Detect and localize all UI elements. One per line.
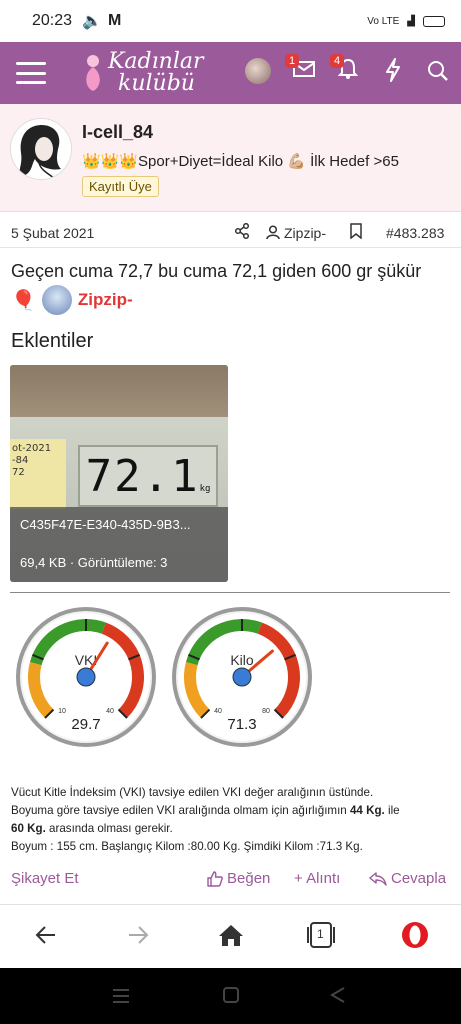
mention-link[interactable]: Zipzip-: [78, 290, 133, 310]
system-home-icon[interactable]: [222, 986, 240, 1009]
site-logo[interactable]: Kadınlar kulübü: [80, 51, 204, 95]
user-icon: [266, 225, 280, 240]
like-button[interactable]: Beğen: [207, 870, 270, 887]
vki-description: Vücut Kitle İndeksim (VKI) tavsiye edile…: [11, 784, 451, 856]
reply-button[interactable]: Cevapla: [369, 870, 446, 887]
battery-icon: [423, 15, 445, 27]
bookmark-button[interactable]: [350, 223, 362, 242]
arrow-right-icon: [129, 926, 149, 944]
menu-icon[interactable]: [16, 62, 46, 84]
gmail-icon: M: [107, 12, 122, 29]
volte-icon: Vo LTE: [367, 15, 400, 27]
reply-icon: [369, 871, 387, 886]
whats-new-button[interactable]: [385, 58, 401, 87]
alerts-badge: 4: [330, 54, 345, 68]
attachment-thumbnail[interactable]: ot-2021 -84 72 72.1kg C435F47E-E340-435D…: [10, 365, 228, 582]
post-author: Zipzip-: [284, 224, 327, 241]
vki-line-4: Boyum : 155 cm. Başlangıç Kilom :80.00 K…: [11, 840, 363, 853]
attachment-info: C435F47E-E340-435D-9B3... 69,4 KB · Görü…: [10, 507, 228, 582]
poster-username[interactable]: I-cell_84: [82, 122, 153, 143]
logo-mark-icon: [80, 53, 106, 93]
status-time: 20:23: [32, 12, 73, 29]
system-nav-bar: [0, 968, 461, 1024]
reply-label: Cevapla: [391, 870, 447, 887]
alerts-button[interactable]: 4: [330, 54, 359, 85]
rank-badge: Kayıtlı Üye: [82, 176, 159, 197]
weight-gauge: Kilo 40 80 71.3: [170, 605, 314, 754]
signature-divider: [10, 592, 450, 593]
gauge-hub: [232, 667, 252, 687]
sticky-note: ot-2021 -84 72: [10, 439, 66, 509]
post-date[interactable]: 5 Şubat 2021: [11, 225, 94, 241]
tabs-button[interactable]: 1: [306, 921, 336, 954]
poster-title: 👑👑👑Spor+Diyet=İdeal Kilo 💪🏼 İlk Hedef >6…: [82, 153, 399, 170]
gauge-label: Kilo: [230, 652, 254, 668]
logo-text-line1: Kadınlar: [108, 49, 204, 74]
vki-gauge: VKI 10 40 29.7: [14, 605, 158, 754]
arrow-left-icon: [35, 926, 55, 944]
vki-line-2: Boyuma göre tavsiye edilen VKI aralığınd…: [11, 804, 350, 817]
inbox-badge: 1: [285, 54, 300, 68]
status-bar: 20:23 🔈 M Vo LTE ▟: [0, 0, 461, 42]
home-button[interactable]: [218, 923, 244, 952]
mention-avatar[interactable]: [41, 285, 72, 315]
app-header: Kadınlar kulübü 1 4: [0, 42, 461, 104]
thumbs-up-icon: [207, 870, 223, 887]
post-meta: 5 Şubat 2021 Zipzip- #483.283: [0, 218, 461, 248]
balloon-emoji: 🎈: [11, 289, 36, 312]
vki-max-weight: 60 Kg.: [11, 822, 46, 835]
back-button[interactable]: [34, 923, 58, 952]
share-icon: [234, 222, 250, 240]
vki-line-1: Vücut Kitle İndeksim (VKI) tavsiye edile…: [11, 786, 374, 799]
system-back-icon[interactable]: [330, 986, 346, 1009]
share-button[interactable]: [234, 222, 250, 242]
signal-icon: ▟: [407, 15, 415, 27]
gauge-hub: [76, 667, 96, 687]
post-actions: Şikayet Et Beğen + Alıntı Cevapla: [0, 870, 461, 896]
bookmark-icon: [350, 223, 362, 240]
tab-count: 1: [317, 927, 324, 941]
gauge-max: 80: [262, 708, 270, 715]
vki-min-weight: 44 Kg.: [349, 804, 385, 817]
browser-bottom-bar: 1: [0, 904, 461, 968]
recents-icon[interactable]: [112, 988, 130, 1009]
like-label: Beğen: [227, 870, 271, 887]
attachment-meta: 69,4 KB · Görüntüleme: 3: [20, 555, 168, 570]
forward-button[interactable]: [126, 923, 150, 952]
post-text: Geçen cuma 72,7 bu cuma 72,1 giden 600 g…: [11, 261, 422, 281]
report-button[interactable]: Şikayet Et: [11, 870, 79, 887]
post-number[interactable]: #483.283: [386, 225, 444, 241]
lightning-icon: [386, 58, 400, 82]
opera-logo-icon: [402, 922, 428, 948]
inbox-button[interactable]: 1: [285, 54, 315, 83]
post-author-link[interactable]: Zipzip-: [266, 225, 326, 241]
mention-row: 🎈 Zipzip-: [11, 285, 133, 315]
poster-profile: I-cell_84 👑👑👑Spor+Diyet=İdeal Kilo 💪🏼 İl…: [0, 104, 461, 212]
attachment-filename: C435F47E-E340-435D-9B3...: [20, 517, 191, 532]
scale-display: 72.1kg: [78, 445, 218, 507]
opera-menu-button[interactable]: [401, 921, 429, 954]
volume-icon: 🔈: [82, 13, 102, 30]
poster-avatar[interactable]: [10, 118, 72, 180]
gauge-min: 40: [214, 708, 222, 715]
gauge-max: 40: [106, 708, 114, 715]
gauge-value: 29.7: [71, 716, 100, 733]
quote-button[interactable]: + Alıntı: [294, 870, 340, 887]
logo-text-line2: kulübü: [118, 71, 195, 96]
search-button[interactable]: [427, 60, 449, 87]
gauge-value: 71.3: [227, 716, 256, 733]
user-avatar[interactable]: [245, 58, 271, 84]
search-icon: [428, 61, 448, 81]
home-icon: [219, 925, 243, 946]
gauge-min: 10: [58, 708, 66, 715]
attachments-heading: Eklentiler: [11, 330, 94, 352]
